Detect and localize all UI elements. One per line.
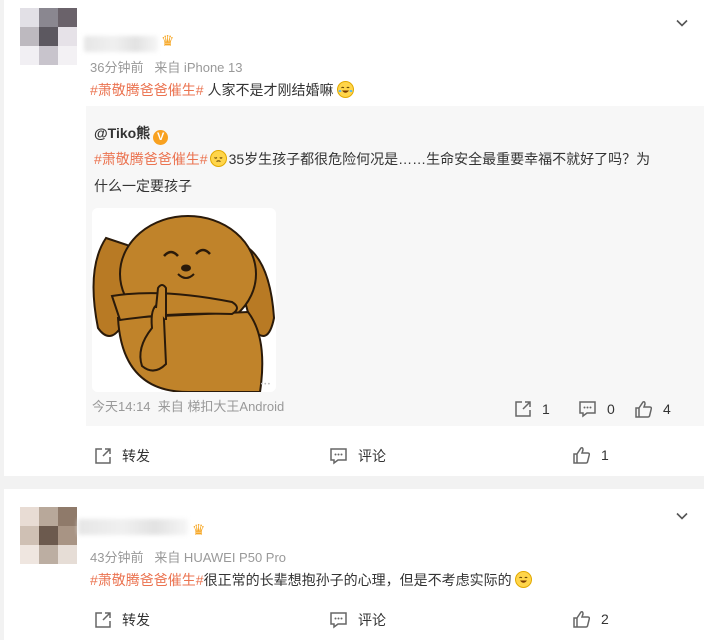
comment-label: 评论 bbox=[358, 612, 386, 628]
comment-card: ♛ 36分钟前 来自 iPhone 13 #萧敬腾爸爸催生# 人家不是才刚结婚嘛… bbox=[4, 0, 704, 476]
repost-text-line2: 什么一定要孩子 bbox=[94, 178, 192, 194]
like-count: 2 bbox=[601, 611, 609, 627]
hashtag-link[interactable]: #萧敬腾爸爸催生# bbox=[90, 82, 204, 98]
repost-comment-button[interactable]: 0 bbox=[578, 400, 615, 418]
like-count: 1 bbox=[601, 447, 609, 463]
crown-icon: ♛ bbox=[192, 522, 206, 539]
repost-time: 今天14:14 bbox=[92, 399, 151, 414]
repost-forward-count: 1 bbox=[542, 401, 550, 417]
chevron-down-icon[interactable] bbox=[676, 17, 688, 29]
like-button[interactable]: 1 bbox=[572, 446, 609, 464]
thumbs-up-icon bbox=[635, 401, 653, 418]
repost-user[interactable]: @Tiko熊 V bbox=[94, 123, 169, 145]
comment-time: 36分钟前 bbox=[90, 60, 144, 75]
comment-icon bbox=[330, 612, 347, 629]
comment-source: 来自 iPhone 13 bbox=[154, 60, 243, 75]
repost-text-line1: 35岁生孩子都很危险何况是……生命安全最重要幸福不就好了吗？为 bbox=[228, 151, 651, 167]
repost-like-button[interactable]: 4 bbox=[634, 400, 671, 418]
comment-icon bbox=[579, 401, 596, 418]
comment-meta: 43分钟前 来自 HUAWEI P50 Pro bbox=[90, 547, 286, 566]
laughing-crying-emoji-icon bbox=[337, 81, 355, 98]
comment-text: #萧敬腾爸爸催生#很正常的长辈想抱孙子的心理，但是不考虑实际的 bbox=[90, 570, 533, 590]
forward-icon bbox=[95, 612, 111, 628]
comment-button[interactable]: 评论 bbox=[329, 610, 386, 630]
comment-icon bbox=[330, 448, 347, 465]
thumbs-up-icon bbox=[573, 611, 591, 628]
laughing-emoji-icon bbox=[515, 571, 533, 588]
forward-icon bbox=[515, 401, 531, 417]
repost-hashtag-link[interactable]: #萧敬腾爸爸催生# bbox=[94, 151, 208, 167]
username-blurred[interactable] bbox=[84, 36, 158, 52]
hashtag-link[interactable]: #萧敬腾爸爸催生# bbox=[90, 572, 204, 588]
username-blurred[interactable] bbox=[78, 519, 188, 535]
sleepy-emoji-icon bbox=[209, 150, 227, 167]
repost-text: #萧敬腾爸爸催生# 35岁生孩子都很危险何况是……生命安全最重要幸福不就好了吗？… bbox=[94, 146, 674, 200]
verified-badge-icon: V bbox=[153, 130, 169, 145]
bear-sticker-image[interactable]: ••• bbox=[92, 208, 276, 392]
forward-label: 转发 bbox=[122, 612, 150, 628]
chevron-down-icon[interactable] bbox=[676, 510, 688, 522]
forward-label: 转发 bbox=[122, 448, 150, 464]
avatar[interactable] bbox=[20, 8, 77, 65]
crown-icon: ♛ bbox=[161, 33, 175, 50]
avatar[interactable] bbox=[20, 507, 77, 564]
forward-button[interactable]: 转发 bbox=[94, 446, 150, 466]
comment-text: #萧敬腾爸爸催生# 人家不是才刚结婚嘛 bbox=[90, 80, 355, 100]
comment-body: 人家不是才刚结婚嘛 bbox=[203, 82, 334, 98]
like-button[interactable]: 2 bbox=[572, 610, 609, 628]
repost-like-count: 4 bbox=[663, 401, 671, 417]
comment-time: 43分钟前 bbox=[90, 550, 144, 565]
thumbs-up-icon bbox=[573, 447, 591, 464]
forward-button[interactable]: 转发 bbox=[94, 610, 150, 630]
repost-username[interactable]: @Tiko熊 bbox=[94, 125, 150, 141]
repost-block[interactable]: @Tiko熊 V #萧敬腾爸爸催生# 35岁生孩子都很危险何况是……生命安全最重要… bbox=[86, 106, 704, 426]
comment-source: 来自 HUAWEI P50 Pro bbox=[154, 550, 287, 565]
repost-source: 来自 梯扣大王Android bbox=[157, 399, 285, 414]
comment-body: 很正常的长辈想抱孙子的心理，但是不考虑实际的 bbox=[203, 572, 512, 588]
repost-forward-button[interactable]: 1 bbox=[514, 400, 550, 418]
comment-label: 评论 bbox=[358, 448, 386, 464]
comment-meta: 36分钟前 来自 iPhone 13 bbox=[90, 57, 242, 76]
forward-icon bbox=[95, 448, 111, 464]
comment-card: ♛ 43分钟前 来自 HUAWEI P50 Pro #萧敬腾爸爸催生#很正常的长… bbox=[4, 489, 704, 640]
comment-button[interactable]: 评论 bbox=[329, 446, 386, 466]
svg-text:•••: ••• bbox=[260, 381, 271, 388]
repost-meta: 今天14:14 来自 梯扣大王Android bbox=[92, 396, 284, 415]
repost-comment-count: 0 bbox=[607, 401, 615, 417]
